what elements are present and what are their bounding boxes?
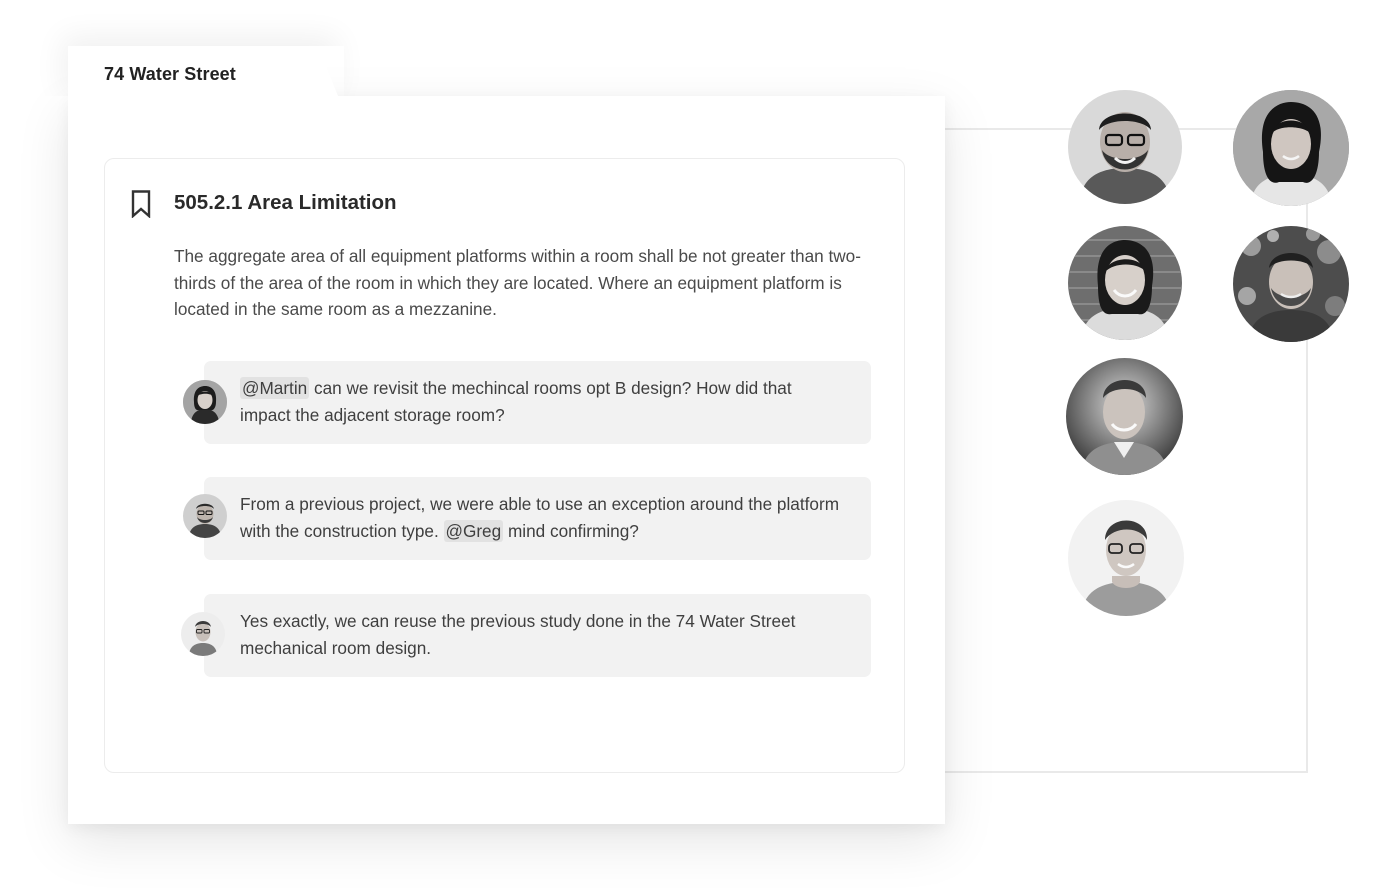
folder-tab-edge	[318, 46, 342, 106]
comment-text: @Martin can we revisit the mechincal roo…	[240, 375, 840, 428]
stage: 74 Water Street 505.2.1 Area Limitation …	[0, 0, 1400, 888]
comment-text: Yes exactly, we can reuse the previous s…	[240, 608, 840, 661]
comment-bubble[interactable]: From a previous project, we were able to…	[204, 477, 871, 560]
avatar[interactable]	[1068, 90, 1182, 204]
avatar[interactable]	[181, 612, 225, 656]
avatar[interactable]	[1233, 90, 1349, 206]
mention-tag[interactable]: @Martin	[240, 377, 310, 399]
comment-bubble[interactable]: Yes exactly, we can reuse the previous s…	[204, 594, 871, 677]
avatar[interactable]	[1066, 358, 1183, 475]
avatar[interactable]	[183, 494, 227, 538]
avatar[interactable]	[183, 380, 227, 424]
folder-title: 74 Water Street	[104, 64, 236, 84]
section-title: 505.2.1 Area Limitation	[174, 191, 397, 214]
comment-bubble[interactable]: @Martin can we revisit the mechincal roo…	[204, 361, 871, 444]
avatar[interactable]	[1068, 500, 1184, 616]
avatar[interactable]	[1068, 226, 1182, 340]
bookmark-icon[interactable]	[131, 190, 151, 218]
avatar[interactable]	[1233, 226, 1349, 342]
comment-body: Yes exactly, we can reuse the previous s…	[240, 611, 796, 658]
comment-text: From a previous project, we were able to…	[240, 491, 840, 544]
section-body: The aggregate area of all equipment plat…	[174, 246, 861, 319]
comment-body: can we revisit the mechincal rooms opt B…	[240, 378, 792, 425]
comment-body: mind confirming?	[503, 520, 639, 541]
mention-tag[interactable]: @Greg	[443, 519, 504, 542]
